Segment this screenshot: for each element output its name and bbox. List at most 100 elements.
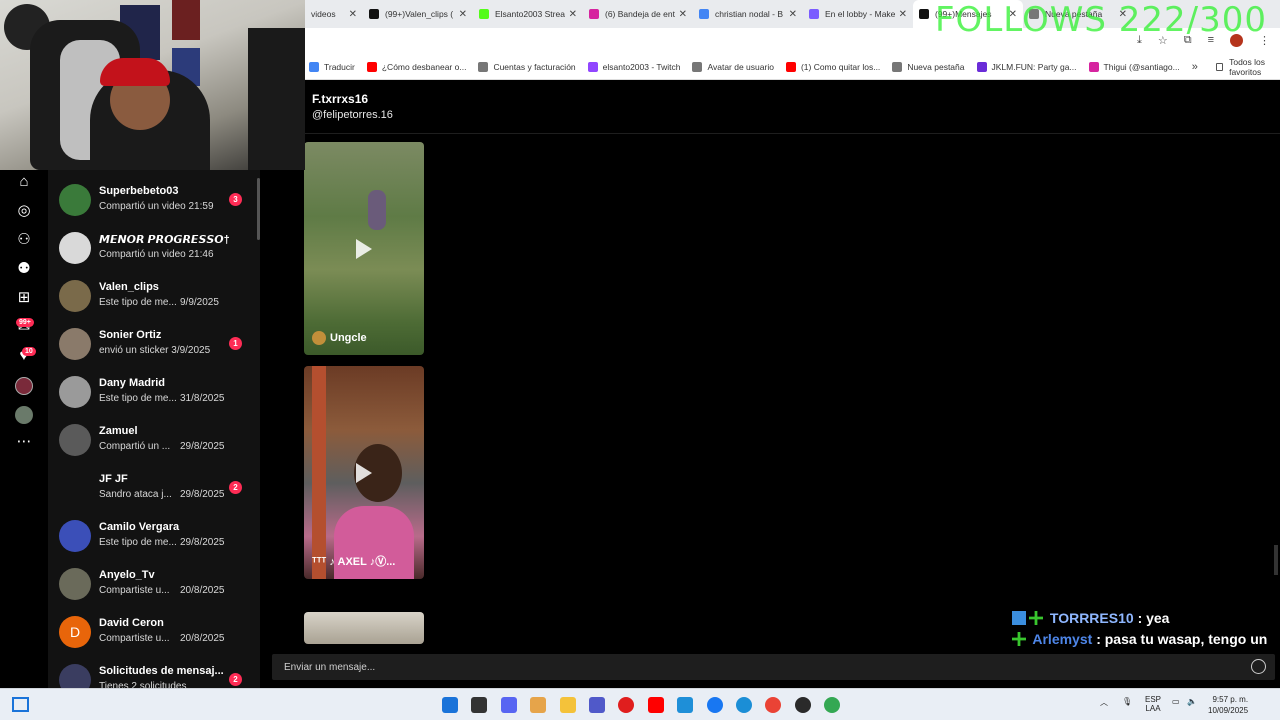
conversation-scrollbar[interactable] [257, 178, 260, 240]
conversation-preview: Este tipo de me... [99, 537, 177, 548]
file-viewer-taskbar-icon[interactable] [471, 697, 488, 713]
bookmark-favicon-icon [892, 61, 903, 72]
conversation-item[interactable]: Camilo Vergara Este tipo de me... 29/8/202… [48, 513, 260, 561]
bookmark-item[interactable]: Nueva pestaña [892, 61, 965, 72]
browser-tab[interactable]: (99+)Valen_clips (✕ [363, 0, 473, 28]
system-clock[interactable]: 9:57 p. m. 10/09/2025 [1208, 694, 1248, 716]
conversation-name: David Ceron [99, 617, 164, 629]
more-icon[interactable]: ⋯ [14, 432, 34, 452]
unread-badge: 2 [229, 673, 242, 686]
chat-username: TORRRES10 [1049, 610, 1134, 626]
store-taskbar-icon[interactable] [677, 697, 694, 713]
play-icon[interactable] [356, 238, 372, 259]
following-icon[interactable]: ⚇ [14, 230, 34, 250]
browser-tab[interactable]: videos ✕ [305, 0, 363, 28]
message-composer [272, 654, 1275, 680]
microphone-icon[interactable]: 🎙 [1122, 697, 1132, 706]
divider [305, 133, 1280, 134]
conversation-item[interactable]: Anyelo_Tv Compartiste u... 20/8/2025 [48, 561, 260, 609]
bookmark-item[interactable]: JKLM.FUN: Party ga... [976, 61, 1077, 72]
avatar [59, 280, 91, 312]
network-icon[interactable]: ▭ [1172, 697, 1180, 706]
avatar [59, 472, 91, 504]
bookmark-item[interactable]: Cuentas y facturación [478, 61, 576, 72]
start-taskbar-icon[interactable] [442, 697, 458, 713]
conversation-item[interactable]: Zamuel Compartió un ... 29/8/2025 [48, 417, 260, 465]
shared-video-card[interactable]: Ungcle [304, 142, 424, 355]
discord-taskbar-icon[interactable] [500, 697, 517, 713]
shared-video-card[interactable]: ᵀᵀᵀ ♪ AXEL ♪Ⓥ... [304, 366, 424, 579]
teams-taskbar-icon[interactable] [589, 697, 605, 713]
explore-icon[interactable]: ◎ [14, 201, 34, 221]
edge-taskbar-icon[interactable] [736, 697, 752, 713]
author-avatar [312, 331, 326, 345]
bookmark-item[interactable]: Traducir [309, 61, 355, 72]
avatar: D [59, 616, 91, 648]
conversation-item[interactable]: 𝙈𝙀𝙉𝙊𝙍 𝙋𝙍𝙊𝙂𝙍𝙀𝙎𝙎𝙊† Compartió un video 21:46 [48, 225, 260, 273]
tab-favicon-icon [699, 9, 709, 19]
tab-close-icon[interactable]: ✕ [459, 9, 467, 20]
conversation-list: Superbebeto03 Compartió un video 21:59 3 𝙈𝙀… [48, 170, 260, 688]
conversation-item[interactable]: JF JF Sandro ataca j... 29/8/2025 2 [48, 465, 260, 513]
youtube-taskbar-icon[interactable] [647, 697, 664, 713]
bookmarks-bar: Traducir ¿Cómo desbanear o... Cuentas y fa… [305, 54, 1280, 80]
obs-taskbar-icon[interactable] [794, 697, 811, 713]
screen: videos ✕ (99+)Valen_clips (✕ Elsanto2003 St… [0, 0, 1280, 720]
unread-badge: 3 [229, 193, 242, 206]
tab-close-icon[interactable]: ✕ [569, 9, 577, 20]
clock-time: 9:57 p. m. [1212, 695, 1249, 704]
bookmark-item[interactable]: Avatar de usuario [692, 61, 774, 72]
bookmark-item[interactable]: Thigui (@santiago... [1088, 61, 1180, 72]
conversation-preview: Este tipo de me... [99, 297, 177, 308]
language-indicator[interactable]: ESP LAA [1145, 695, 1161, 713]
browser-tab[interactable]: christian nodal - B ✕ [693, 0, 803, 28]
conversation-item[interactable]: Valen_clips Este tipo de me... 9/9/2025 [48, 273, 260, 321]
tab-favicon-icon [809, 9, 819, 19]
avatar [59, 568, 91, 600]
tab-close-icon[interactable]: ✕ [789, 9, 797, 20]
chat-scrollbar[interactable] [1274, 545, 1278, 575]
conversation-preview: Compartiste u... [99, 633, 170, 644]
conversation-item[interactable]: Superbebeto03 Compartió un video 21:59 3 [48, 177, 260, 225]
home-icon[interactable]: ⌂ [14, 172, 34, 192]
play-icon[interactable] [356, 462, 372, 483]
file-explorer-taskbar-icon[interactable] [559, 697, 576, 713]
bookmarks-overflow-button[interactable]: » [1192, 61, 1198, 73]
volume-icon[interactable]: 🔈 [1187, 697, 1197, 706]
bookmark-favicon-icon [692, 61, 703, 72]
copilot-taskbar-icon[interactable] [530, 697, 547, 713]
bookmark-item[interactable]: ¿Cómo desbanear o... [366, 61, 466, 72]
chat-handle[interactable]: @felipetorres.16 [312, 109, 393, 121]
conversation-name: 𝙈𝙀𝙉𝙊𝙍 𝙋𝙍𝙊𝙂𝙍𝙀𝙎𝙎𝙊† [99, 234, 230, 246]
browser-tab[interactable]: Elsanto2003 Strea ✕ [473, 0, 583, 28]
conversation-item[interactable]: D David Ceron Compartiste u... 20/8/2025 [48, 609, 260, 657]
conversation-preview: Compartiste u... [99, 585, 170, 596]
unread-badge: 2 [229, 481, 242, 494]
bookmark-item[interactable]: elsanto2003 - Twitch [587, 61, 680, 72]
tab-close-icon[interactable]: ✕ [679, 9, 687, 20]
tray-chevron-icon[interactable]: ︿ [1100, 697, 1108, 708]
chrome-taskbar-icon[interactable] [765, 697, 782, 713]
facebook-taskbar-icon[interactable] [706, 697, 723, 713]
browser-tab[interactable]: (6) Bandeja de ent ✕ [583, 0, 693, 28]
live-avatar[interactable] [15, 377, 33, 395]
conversation-item[interactable]: Solicitudes de mensaj... Tienes 2 solicit… [48, 657, 260, 688]
shared-video-card[interactable] [304, 612, 424, 644]
tab-close-icon[interactable]: ✕ [899, 9, 907, 20]
tab-close-icon[interactable]: ✕ [349, 9, 357, 20]
conversation-item[interactable]: Sonier Ortiz envió un sticker 3/9/2025 1 [48, 321, 260, 369]
desktop-widget-icon[interactable] [12, 697, 29, 712]
bookmark-item[interactable]: (1) Como quitar los... [785, 61, 880, 72]
chat-display-name[interactable]: F.txrrxs16 [312, 92, 368, 106]
browser-tab[interactable]: En el lobby - Make ✕ [803, 0, 913, 28]
message-input[interactable] [272, 654, 1232, 680]
friends-icon[interactable]: ⚉ [14, 259, 34, 279]
emoji-icon[interactable] [1251, 659, 1266, 674]
opera-taskbar-icon[interactable] [618, 697, 635, 713]
profile-avatar[interactable] [15, 406, 33, 424]
all-bookmarks-button[interactable]: Todos los favoritos [1215, 57, 1270, 77]
conversation-item[interactable]: Dany Madrid Este tipo de me... 31/8/2025 [48, 369, 260, 417]
upload-icon[interactable]: ⊞ [14, 288, 34, 308]
chat-message-text: : yea [1137, 610, 1170, 626]
chrome-2-taskbar-icon[interactable] [824, 697, 841, 713]
